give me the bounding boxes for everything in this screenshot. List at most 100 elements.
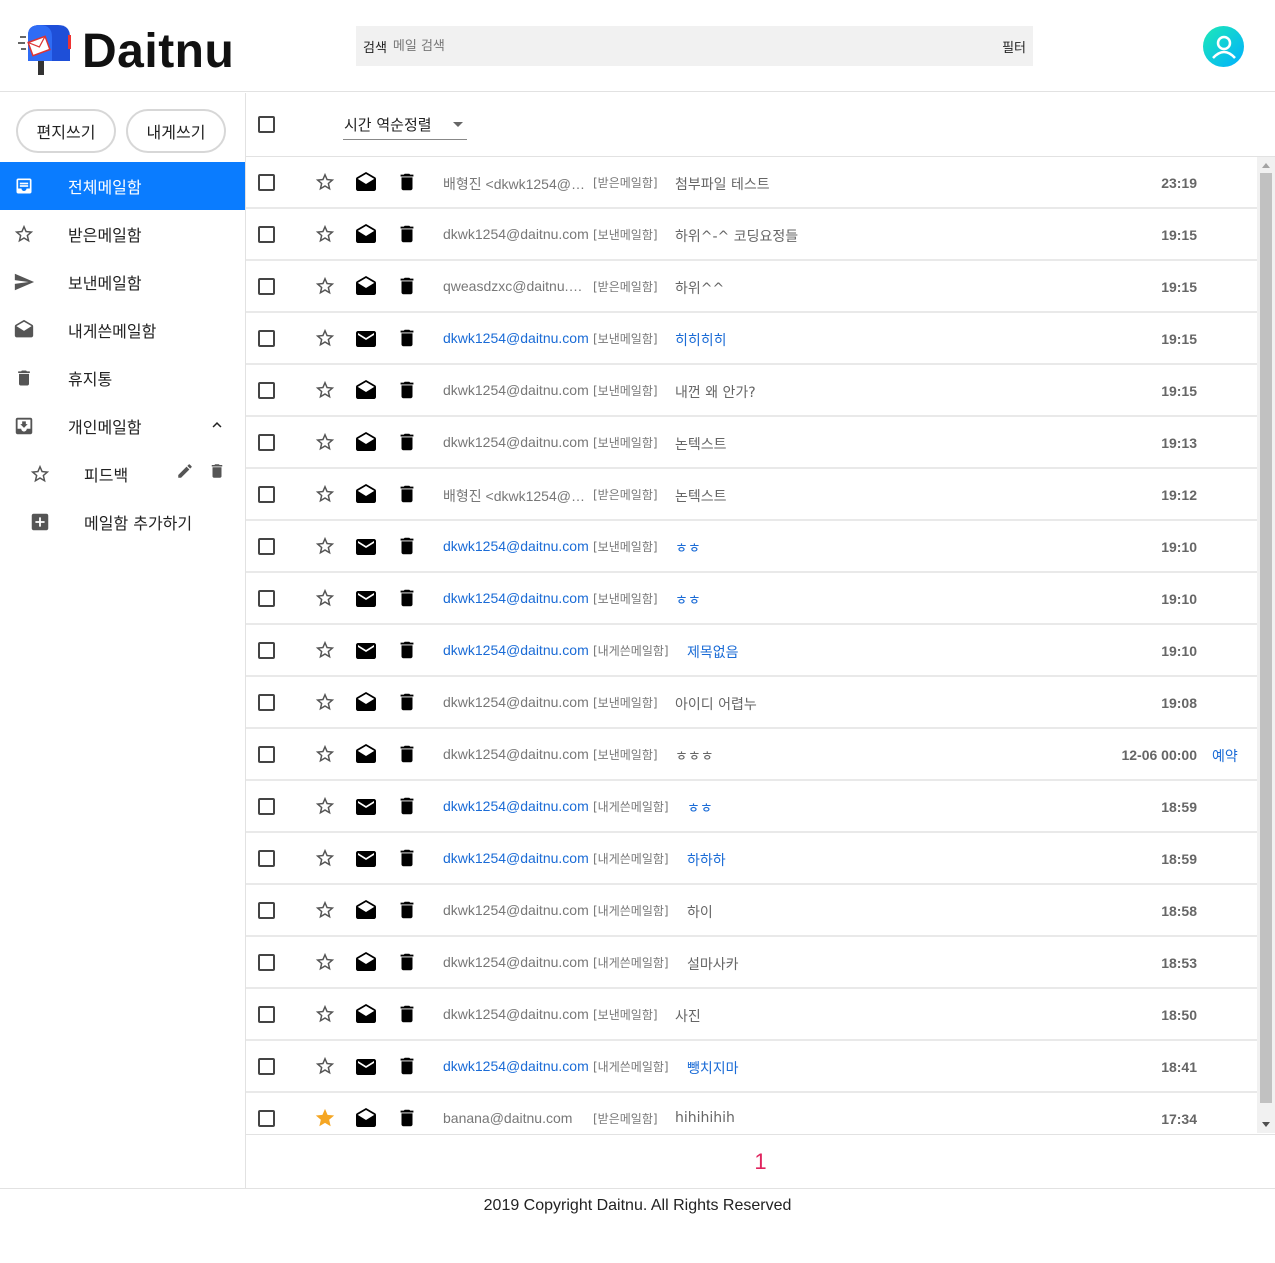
mail-subject[interactable]: 사진 <box>675 1006 701 1026</box>
scroll-up-arrow-icon[interactable] <box>1262 163 1270 168</box>
mail-checkbox[interactable] <box>258 642 275 659</box>
star-outline-icon[interactable] <box>314 639 336 665</box>
mail-open-icon[interactable] <box>354 951 378 979</box>
delete-icon[interactable] <box>396 223 418 249</box>
star-outline-icon[interactable] <box>314 691 336 717</box>
mail-row[interactable]: dkwk1254@daitnu.com [내게쓴메일함] 하하하 18:59 <box>246 833 1257 885</box>
search-input[interactable] <box>392 38 1003 54</box>
mail-closed-icon[interactable] <box>354 327 378 355</box>
star-outline-icon[interactable] <box>314 431 336 457</box>
scrollbar[interactable] <box>1257 157 1275 1133</box>
sidebar-item-inbox[interactable]: 받은메일함 <box>0 210 245 258</box>
mail-checkbox[interactable] <box>258 278 275 295</box>
mail-row[interactable]: dkwk1254@daitnu.com [내게쓴메일함] 제목없음 19:10 <box>246 625 1257 677</box>
mail-row[interactable]: dkwk1254@daitnu.com [내게쓴메일함] ㅎㅎ 18:59 <box>246 781 1257 833</box>
mail-checkbox[interactable] <box>258 1006 275 1023</box>
mail-subject[interactable]: 하위^-^ 코딩요정들 <box>675 226 798 246</box>
delete-icon[interactable] <box>396 483 418 509</box>
delete-icon[interactable] <box>396 951 418 977</box>
star-outline-icon[interactable] <box>314 847 336 873</box>
chevron-up-icon[interactable] <box>208 416 226 438</box>
mail-closed-icon[interactable] <box>354 795 378 823</box>
mail-open-icon[interactable] <box>354 899 378 927</box>
mail-open-icon[interactable] <box>354 483 378 511</box>
mail-row[interactable]: 배형진 <dkwk1254@daitnu.com> [받은메일함] 첨부파일 테스트… <box>246 157 1257 209</box>
mail-open-icon[interactable] <box>354 379 378 407</box>
star-outline-icon[interactable] <box>314 951 336 977</box>
mail-subject[interactable]: 히히히히 <box>675 330 727 350</box>
mail-subject[interactable]: 하이 <box>687 902 713 922</box>
mail-checkbox[interactable] <box>258 382 275 399</box>
mail-row[interactable]: dkwk1254@daitnu.com [보낸메일함] 내껀 왜 안가? 19:15 <box>246 365 1257 417</box>
star-outline-icon[interactable] <box>314 171 336 197</box>
delete-icon[interactable] <box>396 327 418 353</box>
edit-icon[interactable] <box>176 462 194 484</box>
star-outline-icon[interactable] <box>314 535 336 561</box>
mail-subject[interactable]: 설마사카 <box>687 954 739 974</box>
star-outline-icon[interactable] <box>314 795 336 821</box>
mail-closed-icon[interactable] <box>354 639 378 667</box>
sidebar-item-self-mail[interactable]: 내게쓴메일함 <box>0 306 245 354</box>
mail-subject[interactable]: ㅎㅎ <box>675 538 701 558</box>
delete-icon[interactable] <box>396 639 418 665</box>
star-outline-icon[interactable] <box>314 379 336 405</box>
star-outline-icon[interactable] <box>314 587 336 613</box>
mail-closed-icon[interactable] <box>354 535 378 563</box>
mail-open-icon[interactable] <box>354 1107 378 1133</box>
user-avatar[interactable] <box>1203 26 1244 67</box>
mail-checkbox[interactable] <box>258 1110 275 1127</box>
delete-icon[interactable] <box>396 587 418 613</box>
sidebar-item-personal[interactable]: 개인메일함 <box>0 402 245 450</box>
star-outline-icon[interactable] <box>314 1003 336 1029</box>
compose-button[interactable]: 편지쓰기 <box>16 109 116 153</box>
mail-closed-icon[interactable] <box>354 1055 378 1083</box>
delete-icon[interactable] <box>396 171 418 197</box>
star-outline-icon[interactable] <box>314 327 336 353</box>
delete-icon[interactable] <box>208 462 226 484</box>
star-outline-icon[interactable] <box>314 275 336 301</box>
mail-subject[interactable]: 하하하 <box>687 850 726 870</box>
mail-open-icon[interactable] <box>354 275 378 303</box>
delete-icon[interactable] <box>396 847 418 873</box>
mail-open-icon[interactable] <box>354 743 378 771</box>
mail-subject[interactable]: 첨부파일 테스트 <box>675 174 770 194</box>
mail-subject[interactable]: 제목없음 <box>687 642 739 662</box>
delete-icon[interactable] <box>396 691 418 717</box>
mail-row[interactable]: dkwk1254@daitnu.com [내게쓴메일함] 뺑치지마 18:41 <box>246 1041 1257 1093</box>
star-outline-icon[interactable] <box>314 483 336 509</box>
mail-row[interactable]: dkwk1254@daitnu.com [내게쓴메일함] 하이 18:58 <box>246 885 1257 937</box>
delete-icon[interactable] <box>396 379 418 405</box>
delete-icon[interactable] <box>396 743 418 769</box>
mail-row[interactable]: banana@daitnu.com [받은메일함] hihihihih 17:34 <box>246 1093 1257 1133</box>
mail-open-icon[interactable] <box>354 223 378 251</box>
mail-row[interactable]: dkwk1254@daitnu.com [보낸메일함] ㅎㅎ 19:10 <box>246 573 1257 625</box>
sidebar-item-sent[interactable]: 보낸메일함 <box>0 258 245 306</box>
mail-checkbox[interactable] <box>258 902 275 919</box>
sidebar-item-add-mailbox[interactable]: 메일함 추가하기 <box>0 498 245 546</box>
delete-icon[interactable] <box>396 1055 418 1081</box>
mail-checkbox[interactable] <box>258 850 275 867</box>
page-number[interactable]: 1 <box>754 1149 766 1175</box>
filter-button[interactable]: 필터 <box>1002 37 1026 56</box>
mail-checkbox[interactable] <box>258 486 275 503</box>
mail-subject[interactable]: hihihihih <box>675 1110 735 1126</box>
mail-subject[interactable]: 내껀 왜 안가? <box>675 382 756 402</box>
delete-icon[interactable] <box>396 899 418 925</box>
sidebar-item-all-mail[interactable]: 전체메일함 <box>0 162 245 210</box>
mail-checkbox[interactable] <box>258 798 275 815</box>
mail-subject[interactable]: ㅎㅎ <box>675 590 701 610</box>
mail-checkbox[interactable] <box>258 226 275 243</box>
mail-checkbox[interactable] <box>258 330 275 347</box>
mail-subject[interactable]: 하위^^ <box>675 278 724 298</box>
mail-checkbox[interactable] <box>258 746 275 763</box>
mail-subject[interactable]: 논텍스트 <box>675 434 727 454</box>
delete-icon[interactable] <box>396 1107 418 1133</box>
delete-icon[interactable] <box>396 431 418 457</box>
mail-row[interactable]: dkwk1254@daitnu.com [보낸메일함] 히히히히 19:15 <box>246 313 1257 365</box>
star-outline-icon[interactable] <box>314 899 336 925</box>
mail-checkbox[interactable] <box>258 694 275 711</box>
star-outline-icon[interactable] <box>314 223 336 249</box>
mail-closed-icon[interactable] <box>354 587 378 615</box>
write-to-self-button[interactable]: 내게쓰기 <box>126 109 226 153</box>
delete-icon[interactable] <box>396 535 418 561</box>
